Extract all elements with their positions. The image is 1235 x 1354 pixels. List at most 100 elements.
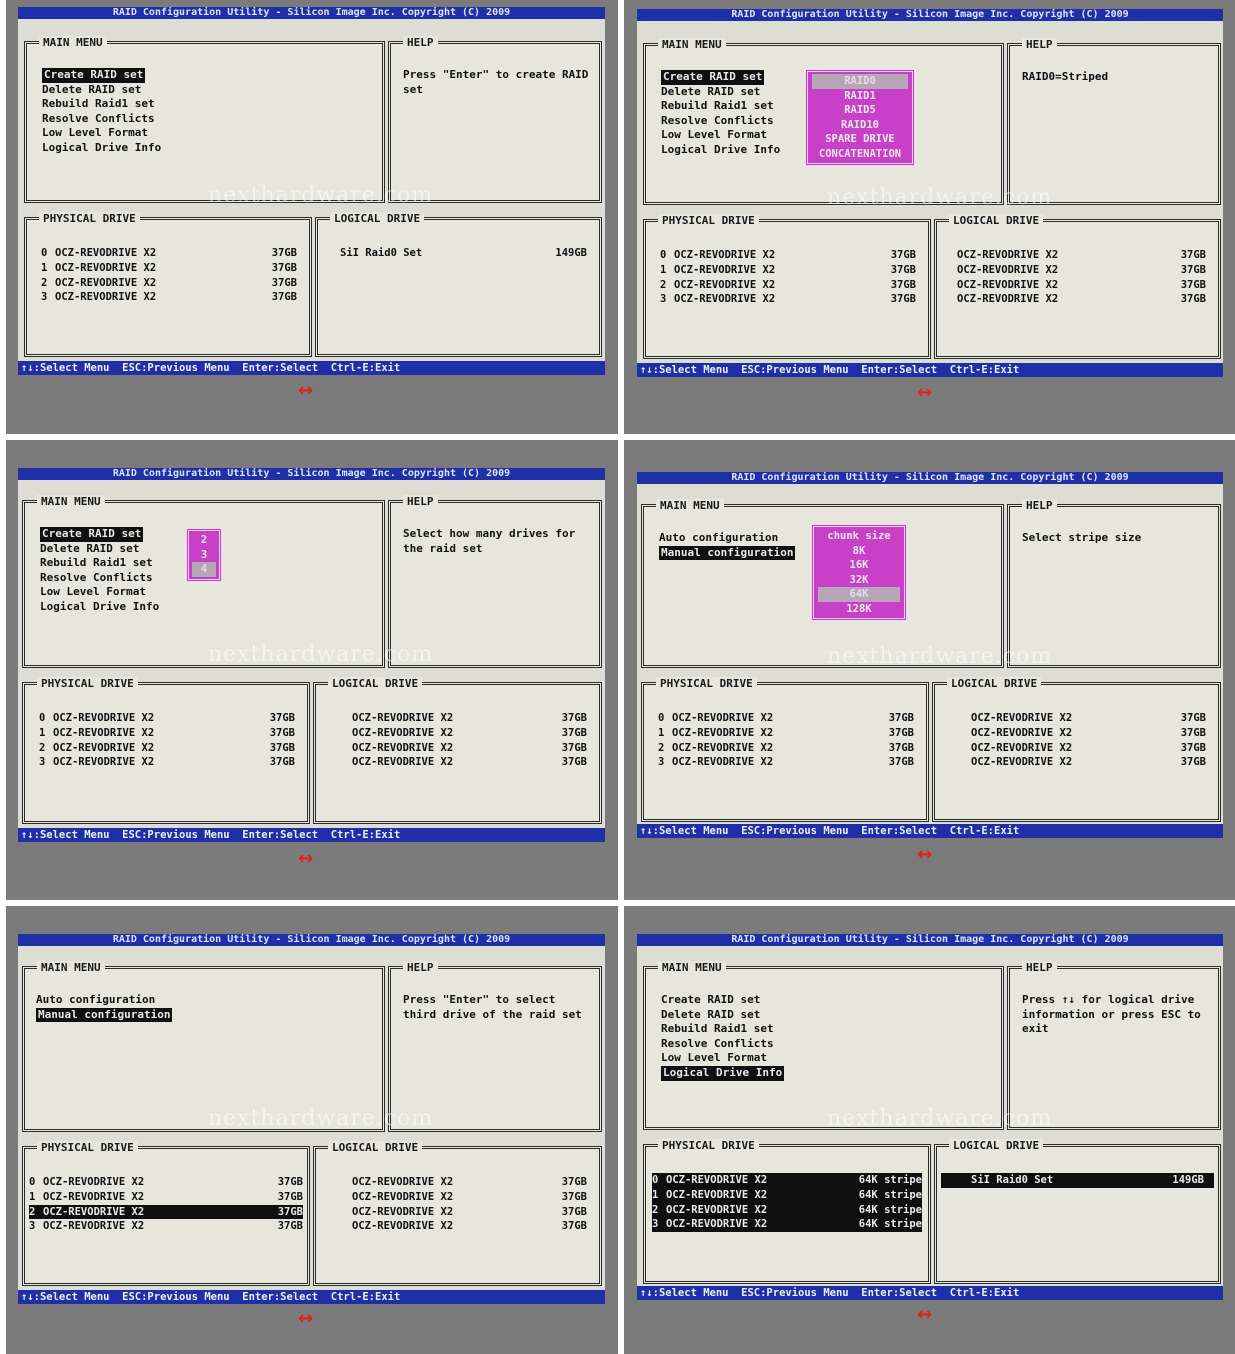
logical-drive-title: LOGICAL DRIVE: [949, 1139, 1044, 1152]
drive-row-member[interactable]: 3 OCZ-REVODRIVE X2 64K stripe: [652, 1217, 922, 1233]
main-menu: Create RAID set Delete RAID set Rebuild …: [660, 993, 785, 1081]
drive-row[interactable]: 2 OCZ-REVODRIVE X2 37GB: [660, 278, 916, 293]
expand-arrow-icon[interactable]: ↔: [298, 1308, 313, 1329]
raid-level-option[interactable]: RAID10: [812, 118, 908, 133]
drive-row[interactable]: 0 OCZ-REVODRIVE X2 37GB: [660, 248, 916, 263]
menu-item-low-level-format[interactable]: Low Level Format: [660, 1051, 785, 1066]
drive-row[interactable]: OCZ-REVODRIVE X2 37GB: [957, 263, 1206, 278]
menu-item-logical-drive-info[interactable]: Logical Drive Info: [660, 143, 781, 158]
watermark: nexthardware.com: [827, 185, 1053, 210]
chunk-size-option[interactable]: 32K: [818, 573, 900, 588]
menu-item-create-raid[interactable]: Create RAID set: [660, 993, 785, 1008]
expand-arrow-icon[interactable]: ↔: [917, 382, 932, 403]
expand-arrow-icon[interactable]: ↔: [298, 380, 313, 401]
menu-item-create-raid[interactable]: Create RAID set: [41, 68, 162, 83]
raid-level-option[interactable]: SPARE DRIVE: [812, 132, 908, 147]
status-bar: ↑↓:Select Menu ESC:Previous Menu Enter:S…: [637, 363, 1223, 377]
drive-row[interactable]: OCZ-REVODRIVE X2 37GB: [352, 1205, 587, 1220]
drive-row[interactable]: 2 OCZ-REVODRIVE X2 37GB: [658, 741, 914, 756]
menu-item-rebuild-raid1[interactable]: Rebuild Raid1 set: [39, 556, 160, 571]
chunk-size-option[interactable]: 64K: [818, 587, 900, 602]
raid-level-option[interactable]: RAID1: [812, 89, 908, 104]
drive-row[interactable]: 3 OCZ-REVODRIVE X2 37GB: [39, 755, 295, 770]
menu-item-create-raid[interactable]: Create RAID set: [660, 70, 781, 85]
drive-row[interactable]: OCZ-REVODRIVE X2 37GB: [352, 741, 587, 756]
drive-row[interactable]: 1 OCZ-REVODRIVE X2 37GB: [660, 263, 916, 278]
menu-item-rebuild-raid1[interactable]: Rebuild Raid1 set: [660, 99, 781, 114]
drive-row[interactable]: OCZ-REVODRIVE X2 37GB: [971, 726, 1206, 741]
menu-item-rebuild-raid1[interactable]: Rebuild Raid1 set: [660, 1022, 785, 1037]
expand-arrow-icon[interactable]: ↔: [917, 1304, 932, 1325]
menu-item-resolve-conflicts[interactable]: Resolve Conflicts: [660, 114, 781, 129]
menu-item-manual-config[interactable]: Manual configuration: [35, 1007, 173, 1023]
drive-row-selected[interactable]: 2 OCZ-REVODRIVE X2 37GB: [29, 1204, 303, 1220]
menu-item-delete-raid[interactable]: Delete RAID set: [39, 542, 160, 557]
drive-row[interactable]: OCZ-REVODRIVE X2 37GB: [971, 741, 1206, 756]
raid-level-option[interactable]: RAID0: [812, 74, 908, 89]
menu-item-logical-drive-info[interactable]: Logical Drive Info: [41, 141, 162, 156]
menu-item-low-level-format[interactable]: Low Level Format: [660, 128, 781, 143]
drive-row[interactable]: OCZ-REVODRIVE X2 37GB: [957, 292, 1206, 307]
drive-row[interactable]: 2 OCZ-REVODRIVE X2 37GB: [39, 741, 295, 756]
drive-row[interactable]: OCZ-REVODRIVE X2 37GB: [971, 755, 1206, 770]
chunk-size-option[interactable]: 16K: [818, 558, 900, 573]
screenshot-panel-5: RAID Configuration Utility - Silicon Ima…: [6, 906, 618, 1354]
screenshot-panel-2: RAID Configuration Utility - Silicon Ima…: [624, 0, 1235, 434]
menu-item-low-level-format[interactable]: Low Level Format: [41, 126, 162, 141]
menu-item-manual-config[interactable]: Manual configuration: [658, 545, 796, 561]
menu-item-auto-config[interactable]: Auto configuration: [35, 993, 173, 1008]
drive-row[interactable]: 1 OCZ-REVODRIVE X2 37GB: [29, 1190, 303, 1205]
drive-row[interactable]: 0 OCZ-REVODRIVE X2 37GB: [29, 1175, 303, 1190]
drive-row[interactable]: 3 OCZ-REVODRIVE X2 37GB: [29, 1219, 303, 1234]
menu-item-logical-drive-info[interactable]: Logical Drive Info: [660, 1065, 785, 1081]
chunk-size-option[interactable]: 128K: [818, 602, 900, 617]
drive-row[interactable]: OCZ-REVODRIVE X2 37GB: [352, 755, 587, 770]
logical-drive-panel: LOGICAL DRIVE SiI Raid0 Set 149GB: [934, 1139, 1221, 1284]
menu-item-delete-raid[interactable]: Delete RAID set: [660, 85, 781, 100]
logical-drive-panel: LOGICAL DRIVE OCZ-REVODRIVE X2 37GB OCZ-R…: [934, 214, 1221, 359]
raid-level-option[interactable]: CONCATENATION: [812, 147, 908, 162]
logical-set-row[interactable]: SiI Raid0 Set 149GB: [941, 1173, 1214, 1188]
menu-item-resolve-conflicts[interactable]: Resolve Conflicts: [660, 1037, 785, 1052]
drive-row[interactable]: 0 OCZ-REVODRIVE X2 37GB: [41, 246, 297, 261]
drive-count-option[interactable]: 3: [192, 548, 216, 563]
menu-item-create-raid[interactable]: Create RAID set: [39, 527, 160, 542]
drive-count-option[interactable]: 4: [192, 562, 216, 577]
drive-row[interactable]: OCZ-REVODRIVE X2 37GB: [352, 1219, 587, 1234]
logical-set-row[interactable]: SiI Raid0 Set 149GB: [340, 246, 587, 261]
drive-row[interactable]: 1 OCZ-REVODRIVE X2 37GB: [41, 261, 297, 276]
menu-item-resolve-conflicts[interactable]: Resolve Conflicts: [41, 112, 162, 127]
drive-row[interactable]: OCZ-REVODRIVE X2 37GB: [352, 1190, 587, 1205]
menu-item-resolve-conflicts[interactable]: Resolve Conflicts: [39, 571, 160, 586]
drive-row[interactable]: 0 OCZ-REVODRIVE X2 37GB: [39, 711, 295, 726]
expand-arrow-icon[interactable]: ↔: [298, 848, 313, 869]
drive-row[interactable]: OCZ-REVODRIVE X2 37GB: [957, 278, 1206, 293]
menu-item-auto-config[interactable]: Auto configuration: [658, 531, 796, 546]
drive-row[interactable]: 1 OCZ-REVODRIVE X2 37GB: [39, 726, 295, 741]
drive-row-member[interactable]: 1 OCZ-REVODRIVE X2 64K stripe: [652, 1187, 922, 1203]
title-bar: RAID Configuration Utility - Silicon Ima…: [637, 934, 1223, 946]
physical-drive-panel: PHYSICAL DRIVE 0 OCZ-REVODRIVE X2 37GB 1 OC…: [641, 677, 929, 822]
expand-arrow-icon[interactable]: ↔: [917, 844, 932, 865]
raid-level-option[interactable]: RAID5: [812, 103, 908, 118]
menu-item-delete-raid[interactable]: Delete RAID set: [660, 1008, 785, 1023]
drive-row[interactable]: OCZ-REVODRIVE X2 37GB: [957, 248, 1206, 263]
drive-row[interactable]: 3 OCZ-REVODRIVE X2 37GB: [660, 292, 916, 307]
drive-row[interactable]: 3 OCZ-REVODRIVE X2 37GB: [658, 755, 914, 770]
drive-row[interactable]: OCZ-REVODRIVE X2 37GB: [971, 711, 1206, 726]
menu-item-rebuild-raid1[interactable]: Rebuild Raid1 set: [41, 97, 162, 112]
drive-row[interactable]: OCZ-REVODRIVE X2 37GB: [352, 711, 587, 726]
drive-row-member[interactable]: 2 OCZ-REVODRIVE X2 64K stripe: [652, 1202, 922, 1218]
drive-row[interactable]: 0 OCZ-REVODRIVE X2 37GB: [658, 711, 914, 726]
chunk-size-option[interactable]: 8K: [818, 544, 900, 559]
drive-row[interactable]: 1 OCZ-REVODRIVE X2 37GB: [658, 726, 914, 741]
menu-item-logical-drive-info[interactable]: Logical Drive Info: [39, 600, 160, 615]
drive-row-member[interactable]: 0 OCZ-REVODRIVE X2 64K stripe: [652, 1173, 922, 1188]
menu-item-low-level-format[interactable]: Low Level Format: [39, 585, 160, 600]
drive-row[interactable]: 3 OCZ-REVODRIVE X2 37GB: [41, 290, 297, 305]
drive-row[interactable]: OCZ-REVODRIVE X2 37GB: [352, 1175, 587, 1190]
drive-row[interactable]: OCZ-REVODRIVE X2 37GB: [352, 726, 587, 741]
menu-item-delete-raid[interactable]: Delete RAID set: [41, 83, 162, 98]
drive-row[interactable]: 2 OCZ-REVODRIVE X2 37GB: [41, 276, 297, 291]
drive-count-option[interactable]: 2: [192, 533, 216, 548]
